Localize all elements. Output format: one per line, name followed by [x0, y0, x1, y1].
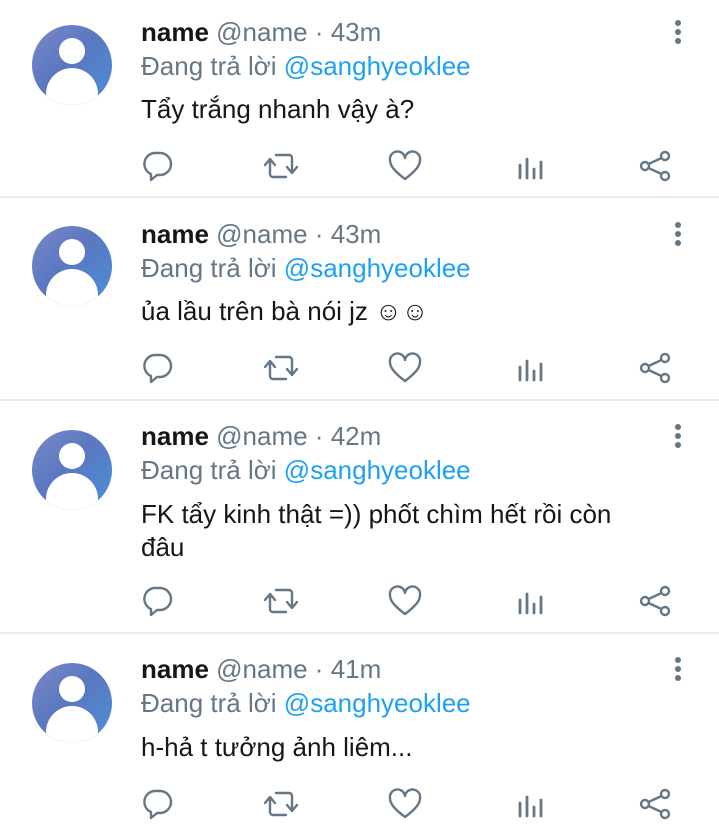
more-vertical-icon: [675, 657, 681, 681]
more-vertical-icon: [675, 222, 681, 246]
handle-and-time: @name · 43m: [216, 219, 382, 249]
like-button[interactable]: [385, 581, 425, 621]
avatar-head: [59, 239, 85, 265]
share-icon: [639, 788, 671, 820]
reply-button[interactable]: [137, 146, 177, 186]
action-bar: [0, 146, 719, 186]
share-icon: [639, 585, 671, 617]
retweet-icon: [263, 588, 299, 614]
retweet-icon: [263, 791, 299, 817]
share-button[interactable]: [635, 581, 675, 621]
reply-icon: [143, 353, 173, 384]
tweet-header: name @name · 43m: [141, 17, 381, 47]
display-name[interactable]: name: [141, 219, 209, 249]
tweet-text: h-hả t tưởng ảnh liêm...: [141, 732, 413, 762]
avatar-head: [59, 38, 85, 64]
handle-and-time: @name · 42m: [216, 421, 382, 451]
more-options-button[interactable]: [668, 654, 688, 684]
more-vertical-icon: [675, 20, 681, 44]
tweet[interactable]: name @name · 43m Đang trả lời @sanghyeok…: [0, 198, 719, 401]
retweet-button[interactable]: [261, 146, 301, 186]
more-options-button[interactable]: [668, 17, 688, 47]
replying-to: Đang trả lời @sanghyeoklee: [141, 253, 471, 283]
retweet-icon: [263, 355, 299, 381]
tweet-header: name @name · 43m: [141, 219, 381, 249]
analytics-icon: [518, 359, 543, 382]
reply-prefix: Đang trả lời: [141, 455, 277, 485]
analytics-icon: [518, 592, 543, 615]
share-button[interactable]: [635, 348, 675, 388]
retweet-icon: [263, 153, 299, 179]
more-options-button[interactable]: [668, 219, 688, 249]
replying-to: Đang trả lời @sanghyeoklee: [141, 688, 471, 718]
replying-to: Đang trả lời @sanghyeoklee: [141, 455, 471, 485]
reply-handle-link[interactable]: @sanghyeoklee: [284, 455, 471, 485]
avatar-body: [46, 473, 98, 510]
tweet[interactable]: name @name · 43m Đang trả lời @sanghyeok…: [0, 0, 719, 198]
share-icon: [639, 150, 671, 182]
reply-prefix: Đang trả lời: [141, 253, 277, 283]
like-button[interactable]: [385, 784, 425, 824]
analytics-button[interactable]: [511, 581, 551, 621]
heart-icon: [388, 585, 422, 616]
avatar-body: [46, 269, 98, 306]
avatar[interactable]: [32, 663, 112, 743]
handle-and-time: @name · 43m: [216, 17, 382, 47]
reply-handle-link[interactable]: @sanghyeoklee: [284, 51, 471, 81]
reply-button[interactable]: [137, 784, 177, 824]
reply-handle-link[interactable]: @sanghyeoklee: [284, 688, 471, 718]
reply-icon: [143, 151, 173, 182]
avatar-head: [59, 443, 85, 469]
analytics-button[interactable]: [511, 146, 551, 186]
avatar-head: [59, 676, 85, 702]
analytics-icon: [518, 157, 543, 180]
retweet-button[interactable]: [261, 581, 301, 621]
share-button[interactable]: [635, 784, 675, 824]
retweet-button[interactable]: [261, 348, 301, 388]
reply-prefix: Đang trả lời: [141, 688, 277, 718]
action-bar: [0, 348, 719, 388]
reply-button[interactable]: [137, 581, 177, 621]
reply-button[interactable]: [137, 348, 177, 388]
reply-icon: [143, 789, 173, 820]
avatar[interactable]: [32, 25, 112, 105]
reply-prefix: Đang trả lời: [141, 51, 277, 81]
tweet[interactable]: name @name · 41m Đang trả lời @sanghyeok…: [0, 634, 719, 830]
heart-icon: [388, 352, 422, 383]
avatar[interactable]: [32, 226, 112, 306]
action-bar: [0, 581, 719, 621]
retweet-button[interactable]: [261, 784, 301, 824]
avatar-body: [46, 706, 98, 743]
replying-to: Đang trả lời @sanghyeoklee: [141, 51, 471, 81]
heart-icon: [388, 788, 422, 819]
tweet-text: Tẩy trắng nhanh vậy à?: [141, 94, 415, 124]
display-name[interactable]: name: [141, 17, 209, 47]
avatar[interactable]: [32, 430, 112, 510]
heart-icon: [388, 150, 422, 181]
handle-and-time: @name · 41m: [216, 654, 382, 684]
tweet-text: ủa lầu trên bà nói jz ☺☺: [141, 296, 429, 326]
reply-feed: name @name · 43m Đang trả lời @sanghyeok…: [0, 0, 719, 830]
like-button[interactable]: [385, 348, 425, 388]
display-name[interactable]: name: [141, 654, 209, 684]
share-icon: [639, 352, 671, 384]
more-options-button[interactable]: [668, 421, 688, 451]
analytics-icon: [518, 795, 543, 818]
display-name[interactable]: name: [141, 421, 209, 451]
avatar-body: [46, 68, 98, 105]
action-bar: [0, 784, 719, 824]
tweet[interactable]: name @name · 42m Đang trả lời @sanghyeok…: [0, 401, 719, 634]
analytics-button[interactable]: [511, 348, 551, 388]
reply-icon: [143, 586, 173, 617]
more-vertical-icon: [675, 424, 681, 448]
reply-handle-link[interactable]: @sanghyeoklee: [284, 253, 471, 283]
tweet-header: name @name · 41m: [141, 654, 381, 684]
share-button[interactable]: [635, 146, 675, 186]
tweet-header: name @name · 42m: [141, 421, 381, 451]
like-button[interactable]: [385, 146, 425, 186]
analytics-button[interactable]: [511, 784, 551, 824]
tweet-text: FK tẩy kinh thật =)) phốt chìm hết rồi c…: [141, 499, 612, 562]
